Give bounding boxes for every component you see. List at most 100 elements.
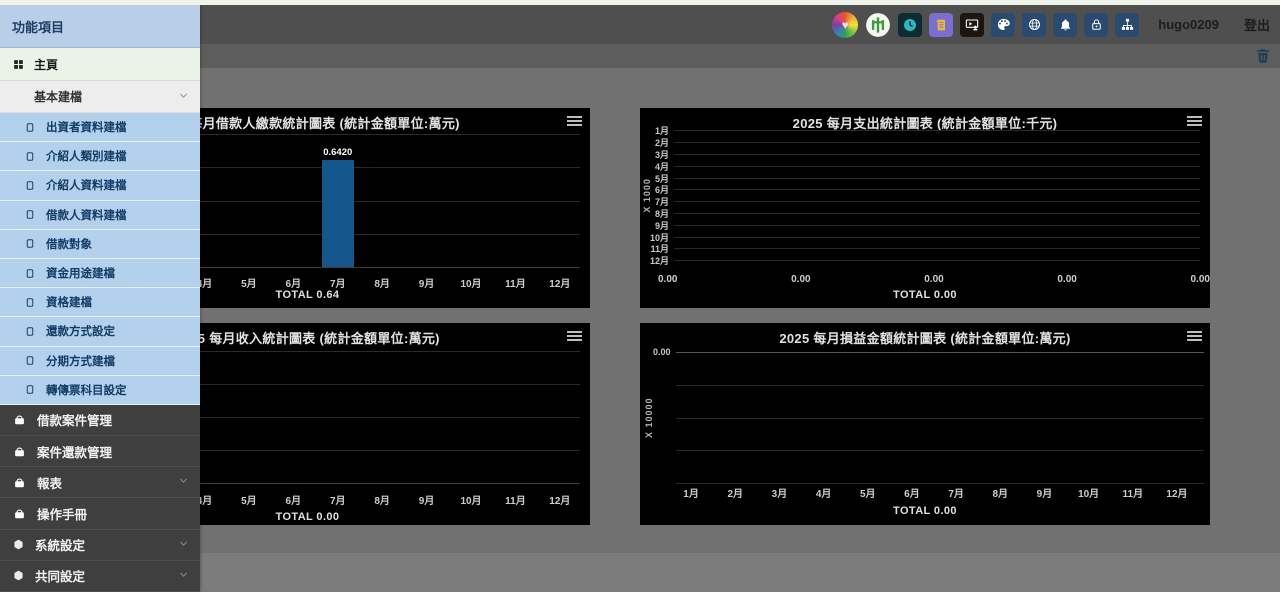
gridline [674,201,1200,202]
gridline [674,260,1200,261]
bar-slot: 0.6420 [316,134,360,267]
sidebar-item-label: 共同設定 [35,566,85,585]
sidebar-dark-items: 借款案件管理案件還款管理報表操作手冊系統設定共同設定 [0,405,200,592]
x-axis-labels: 1月2月3月4月5月6月7月8月9月10月11月12月 [669,485,1199,500]
colorful-logo-icon[interactable]: ♥ [832,12,858,38]
briefcase-icon [12,412,27,427]
chart-monthly-profit-loss: 2025 每月損益金額統計圖表 (統計金額單位:萬元)X 100000.001月… [640,323,1210,525]
x-tick-label: 9月 [404,275,448,290]
sitemap-icon[interactable] [1115,13,1139,37]
sidebar-sub-item-1[interactable]: 介紹人類別建檔 [0,142,200,171]
checkbox-icon [24,179,36,192]
x-tick-label: 0.00 [791,274,810,285]
sidebar-sub-items: 出資者資料建檔介紹人類別建檔介紹人資料建檔借款人資料建檔借款對象資金用途建檔資格… [0,113,200,405]
palette-icon[interactable] [991,13,1015,37]
sidebar-sub-item-label: 轉傳票科目設定 [46,382,127,398]
gridline [674,166,1200,167]
gridline [676,483,1204,484]
x-tick-label: 7月 [316,492,360,507]
sidebar-item-3[interactable]: 操作手冊 [0,498,200,529]
sidebar-sub-item-label: 出資者資料建檔 [46,119,127,135]
x-tick-label: 5月 [227,492,271,507]
sidebar-sub-item-2[interactable]: 介紹人資料建檔 [0,171,200,200]
month-row: 2月 [648,137,1200,149]
x-axis-labels: 0.000.000.000.000.00 [658,274,1210,285]
sidebar-sub-item-4[interactable]: 借款對象 [0,230,200,259]
gridline [674,189,1200,190]
sidebar-item-1[interactable]: 案件還款管理 [0,436,200,467]
clock-icon[interactable] [898,13,922,37]
sidebar-sub-item-6[interactable]: 資格建檔 [0,288,200,317]
x-tick-label: 9月 [404,492,448,507]
x-tick-label: 7月 [316,275,360,290]
chart-menu-icon[interactable] [567,116,582,128]
bar-slot [493,134,537,267]
chart-menu-icon[interactable] [1187,331,1202,343]
sidebar-item-label: 報表 [37,473,62,492]
month-row: 1月 [648,125,1200,137]
chevron-down-icon [177,89,190,105]
briefcase-icon [12,506,27,521]
green-bank-logo-icon[interactable] [865,12,891,38]
y-tick-label: 12月 [648,254,674,267]
checkbox-icon [24,237,36,250]
sidebar-item-label: 主頁 [34,56,58,73]
month-row: 12月 [648,255,1200,267]
sidebar-sub-item-0[interactable]: 出資者資料建檔 [0,113,200,142]
sidebar-sub-item-label: 借款人資料建檔 [46,207,127,223]
sidebar-item-5[interactable]: 共同設定 [0,561,200,592]
x-tick-label: 6月 [890,485,934,500]
username-label: hugo0209 [1158,17,1219,32]
y-tick-label: 0.00 [653,347,671,357]
bar-slot [404,134,448,267]
x-tick-label: 3月 [757,485,801,500]
sidebar-item-2[interactable]: 報表 [0,467,200,498]
total-label: TOTAL 0.00 [640,505,1210,517]
zero-line [676,352,1204,353]
scroll-icon[interactable] [929,13,953,37]
bar-slot [271,351,315,483]
gridline [674,225,1200,226]
chart-menu-icon[interactable] [567,331,582,343]
gridline [674,213,1200,214]
x-tick-label: 0.00 [1057,274,1076,285]
presentation-icon[interactable] [960,13,984,37]
trash-icon[interactable] [1254,47,1272,65]
bar-slot [360,351,404,483]
sidebar-group-basic-setup[interactable]: 基本建檔 [0,81,200,113]
sidebar-item-home[interactable]: 主頁 [0,48,200,81]
checkbox-icon [24,383,36,396]
topbar-right-group: ♥ hugo0209 登出 [832,5,1270,44]
total-label: TOTAL 0.00 [640,289,1210,301]
lock-icon[interactable] [1084,13,1108,37]
checkbox-icon [24,208,36,221]
chevron-down-icon [177,568,190,584]
chart-monthly-expenses: 2025 每月支出統計圖表 (統計金額單位:千元)X 10001月2月3月4月5… [640,108,1210,308]
sidebar-item-label: 操作手冊 [37,504,87,523]
month-row: 4月 [648,160,1200,172]
x-tick-label: 8月 [978,485,1022,500]
briefcase-icon [12,444,27,459]
sidebar-sub-item-9[interactable]: 轉傳票科目設定 [0,376,200,405]
sidebar-sub-item-5[interactable]: 資金用途建檔 [0,259,200,288]
globe-icon[interactable] [1022,13,1046,37]
checkbox-icon [24,267,36,280]
sidebar-sub-item-8[interactable]: 分期方式建檔 [0,347,200,376]
logout-button[interactable]: 登出 [1244,15,1270,34]
x-tick-label: 7月 [934,485,978,500]
checkbox-icon [24,354,36,367]
gridline [674,248,1200,249]
bell-icon[interactable] [1053,13,1077,37]
sidebar-item-4[interactable]: 系統設定 [0,530,200,561]
month-row: 9月 [648,219,1200,231]
sidebar-sub-item-3[interactable]: 借款人資料建檔 [0,201,200,230]
x-tick-label: 4月 [802,485,846,500]
x-tick-label: 0.00 [658,274,677,285]
sidebar-sub-item-7[interactable]: 還款方式設定 [0,317,200,346]
home-grid-icon [12,58,25,71]
sidebar-item-0[interactable]: 借款案件管理 [0,405,200,436]
checkbox-icon [24,325,36,338]
x-tick-label: 1月 [669,485,713,500]
checkbox-icon [24,121,36,134]
topbar-icon-row: ♥ [832,12,1139,38]
